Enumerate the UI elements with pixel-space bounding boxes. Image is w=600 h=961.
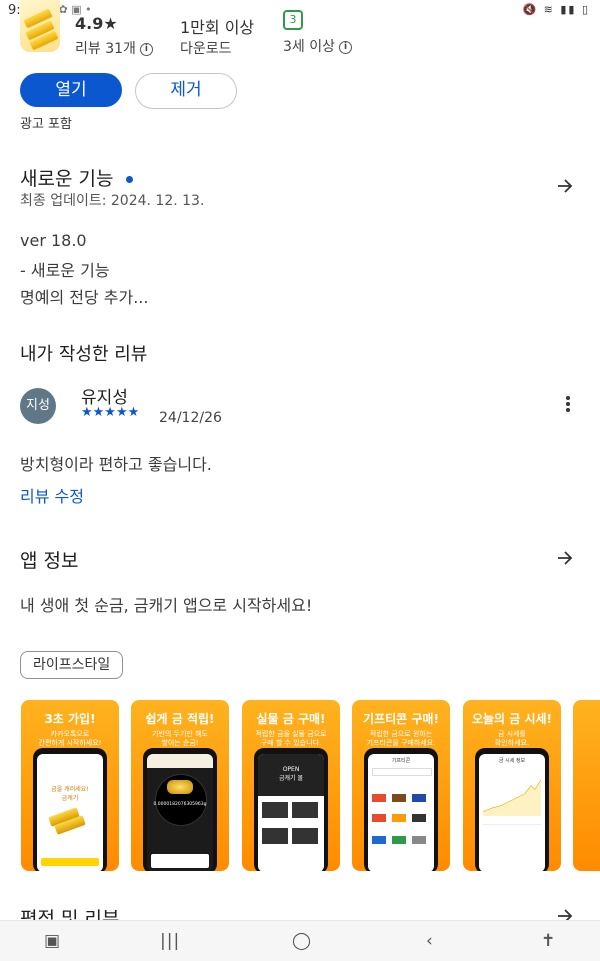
age-rating-label: 3세 이상 (283, 39, 335, 55)
system-icons: 🔇 ≋ ▮▮ ▯ (522, 3, 590, 16)
whats-new-title[interactable]: 새로운 기능 (20, 164, 133, 191)
screenshot-title: 기프티콘 구매! (363, 712, 439, 726)
screenshot-5[interactable]: 오늘의 금 시세! 금 시세를 확인하세요. 금 시세 정보 (463, 700, 561, 871)
screen-text: OPEN 금캐기 몰 (279, 766, 303, 782)
screenshot-6-partial[interactable] (573, 700, 600, 871)
review-stars: ★★★★★ (81, 405, 140, 420)
screenshot-subtitle: 기반의 두기만 해도 쌓이는 순금! (152, 730, 208, 747)
avatar: 지성 (20, 388, 56, 424)
ads-note: 광고 포함 (20, 117, 72, 132)
screenshot-subtitle: 카카오톡으로 간편하게 시작하세요! (38, 730, 102, 747)
screenshot-2[interactable]: 쉽게 금 적립! 기반의 두기만 해도 쌓이는 순금! 0.0000182076… (131, 700, 229, 871)
price-chart-icon (483, 779, 541, 816)
screen-text: 금을 캐러세요! 금캐기 (51, 786, 89, 802)
arrow-right-icon[interactable] (557, 178, 573, 194)
my-review-title: 내가 작성한 리뷰 (20, 344, 148, 365)
new-dot-icon (125, 176, 133, 183)
edit-review-link[interactable]: 리뷰 수정 (20, 483, 84, 507)
downloads-label: 다운로드 (180, 41, 232, 57)
whats-new-line: ver 18.0 (20, 231, 87, 250)
screenshot-tool-icon[interactable]: ▣ (44, 931, 60, 951)
app-description: 내 생애 첫 순금, 금캐기 앱으로 시작하세요! (20, 596, 313, 615)
screen-text: 기프티콘 (391, 758, 411, 764)
recent-apps-icon[interactable]: ||| (160, 931, 180, 951)
screenshot-subtitle: 금 시세를 확인하세요. (494, 730, 530, 747)
remove-button[interactable]: 제거 (135, 73, 237, 109)
home-icon[interactable]: ◯ (292, 931, 311, 951)
age-rating[interactable]: 3세 이상 i (283, 36, 352, 56)
screenshot-title: 실물 금 구매! (256, 712, 326, 726)
system-nav-bar: ▣ ||| ◯ ‹ ✝ (0, 920, 600, 961)
screen-text: 금 시세 정보 (498, 758, 526, 764)
accessibility-icon[interactable]: ✝ (541, 931, 555, 951)
whats-new-line: 명예의 전당 추가... (20, 288, 149, 307)
open-button[interactable]: 열기 (20, 73, 122, 107)
screenshot-title: 쉽게 금 적립! (145, 712, 215, 726)
more-menu-icon[interactable] (566, 396, 570, 412)
downloads-value: 1만회 이상 (180, 18, 255, 37)
last-updated: 최종 업데이트: 2024. 12. 13. (20, 193, 205, 209)
category-chip[interactable]: 라이프스타일 (20, 651, 124, 679)
app-icon (20, 0, 60, 52)
screenshot-title: 3초 가입! (44, 712, 96, 726)
info-icon: i (339, 40, 352, 54)
screenshot-3[interactable]: 실물 금 구매! 적립한 금을 실물 금으로 구매 할 수 있습니다. OPEN… (242, 700, 340, 871)
screenshot-title: 오늘의 금 시세! (471, 712, 553, 726)
back-icon[interactable]: ‹ (426, 931, 433, 951)
review-date: 24/12/26 (159, 410, 222, 426)
age-rating-badge: 3 (283, 10, 303, 30)
whats-new-title-text: 새로운 기능 (20, 168, 114, 190)
review-text: 방치형이라 편하고 좋습니다. (20, 455, 212, 474)
rating-value: 4.9★ (75, 14, 118, 33)
reviews-count[interactable]: 리뷰 31개 i (75, 38, 153, 58)
screenshot-subtitle: 적립한 금을 실물 금으로 구매 할 수 있습니다. (255, 730, 327, 747)
screen-text: 0.0000182076305963g (153, 802, 207, 807)
screenshot-1[interactable]: 3초 가입! 카카오톡으로 간편하게 시작하세요! 금을 캐러세요! 금캐기 (21, 700, 119, 871)
app-info-title[interactable]: 앱 정보 (20, 546, 78, 573)
whats-new-line: - 새로운 기능 (20, 261, 110, 280)
screenshot-subtitle: 적립한 금으로 원하는 기프티콘을 구매하세요. (366, 730, 436, 747)
screenshot-4[interactable]: 기프티콘 구매! 적립한 금으로 원하는 기프티콘을 구매하세요. 기프티콘 (352, 700, 450, 871)
info-icon: i (139, 42, 153, 56)
reviews-count-label: 리뷰 31개 (75, 41, 136, 57)
arrow-right-icon[interactable] (557, 550, 573, 566)
